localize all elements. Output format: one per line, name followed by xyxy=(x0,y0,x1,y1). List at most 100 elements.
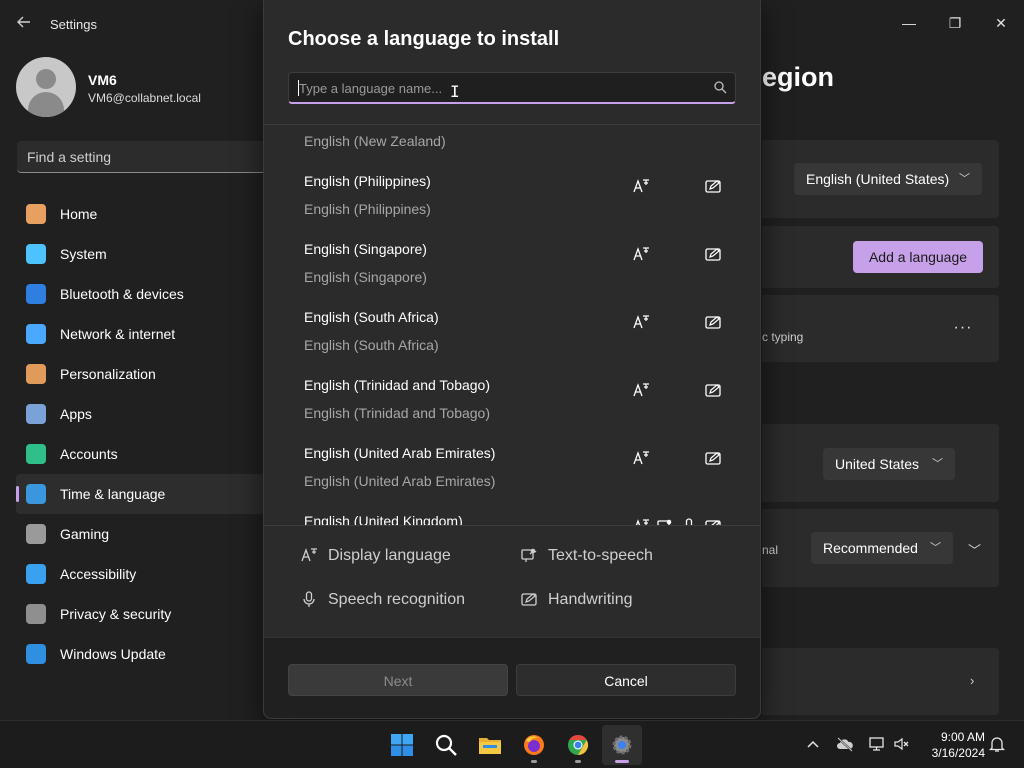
apps-icon xyxy=(26,404,46,424)
handwriting-icon xyxy=(705,316,721,329)
sidebar-item-brush[interactable]: Personalization xyxy=(16,354,266,394)
clock-time: 9:00 AM xyxy=(940,730,985,744)
chevron-right-icon: › xyxy=(970,673,975,688)
system-clock[interactable]: 9:00 AM 3/16/2024 xyxy=(915,729,985,761)
sidebar-item-label: Gaming xyxy=(60,526,110,542)
sidebar-item-gaming[interactable]: Gaming xyxy=(16,514,266,554)
regional-fragment: nal xyxy=(762,543,779,557)
language-name: English (South Africa) xyxy=(304,309,439,325)
sidebar-item-system[interactable]: System xyxy=(16,234,266,274)
page-title: egion xyxy=(762,62,834,92)
app-title: Settings xyxy=(50,17,97,32)
cancel-button[interactable]: Cancel xyxy=(516,664,736,696)
handwriting-icon xyxy=(705,520,721,525)
firefox-button[interactable] xyxy=(514,725,554,765)
show-hidden-icons-button[interactable] xyxy=(804,735,822,753)
chrome-icon xyxy=(568,734,589,756)
sidebar-item-label: Windows Update xyxy=(60,646,166,662)
handwriting-icon xyxy=(704,125,722,127)
next-button[interactable]: Next xyxy=(288,664,508,696)
sidebar-item-shield[interactable]: Privacy & security xyxy=(16,594,266,634)
sidebar-item-accessibility[interactable]: Accessibility xyxy=(16,554,266,594)
search-icon[interactable] xyxy=(713,80,727,94)
sidebar-item-label: Bluetooth & devices xyxy=(60,286,184,302)
language-list-item[interactable]: English (Singapore) English (Singapore) xyxy=(264,233,760,301)
volume-muted-icon xyxy=(894,737,909,751)
handwriting-icon xyxy=(705,452,721,465)
sidebar-item-label: Personalization xyxy=(60,366,156,382)
language-native-name: English (Trinidad and Tobago) xyxy=(304,405,491,421)
brush-icon xyxy=(26,364,46,384)
handwriting-icon xyxy=(705,248,721,261)
sidebar-item-time-language[interactable]: Time & language xyxy=(16,474,266,514)
sidebar-item-bluetooth[interactable]: Bluetooth & devices xyxy=(16,274,266,314)
language-list[interactable]: English (New Zealand)English (New Zealan… xyxy=(264,125,760,525)
taskbar-search-button[interactable] xyxy=(426,725,466,765)
handwriting-icon xyxy=(705,384,721,397)
sidebar-item-update[interactable]: Windows Update xyxy=(16,634,266,674)
cloud-offline-icon xyxy=(837,737,853,752)
typing-fragment: c typing xyxy=(762,330,804,344)
language-list-item[interactable]: English (New Zealand)English (New Zealan… xyxy=(264,125,760,165)
sidebar-item-home[interactable]: Home xyxy=(16,194,266,234)
minimize-button[interactable]: — xyxy=(889,8,929,38)
language-list-item[interactable]: English (South Africa) English (South Afr… xyxy=(264,301,760,369)
bell-icon xyxy=(988,737,1006,752)
update-icon xyxy=(26,644,46,664)
close-button[interactable]: ✕ xyxy=(981,8,1021,38)
display-language-icon xyxy=(635,519,649,525)
maximize-button[interactable]: ❐ xyxy=(935,8,975,38)
sidebar-item-apps[interactable]: Apps xyxy=(16,394,266,434)
find-setting-input[interactable]: Find a setting xyxy=(17,141,277,173)
display-language-icon xyxy=(633,383,649,397)
chrome-button[interactable] xyxy=(558,725,598,765)
country-dropdown[interactable]: United States ﹀ xyxy=(823,448,955,480)
running-indicator xyxy=(531,760,537,763)
display-language-icon xyxy=(633,451,649,465)
text-to-speech-icon xyxy=(521,548,537,562)
language-list-item[interactable]: English (United Kingdom)English (United … xyxy=(264,505,760,525)
language-native-name: English (Singapore) xyxy=(304,269,427,285)
chevron-down-icon: ﹀ xyxy=(932,458,943,470)
back-button[interactable] xyxy=(14,14,34,34)
user-email: VM6@collabnet.local xyxy=(88,91,201,105)
accessibility-icon xyxy=(26,564,46,584)
display-language-icon xyxy=(301,548,317,562)
sidebar-item-accounts[interactable]: Accounts xyxy=(16,434,266,474)
taskbar: 9:00 AM 3/16/2024 xyxy=(0,720,1024,768)
microphone-icon xyxy=(303,591,315,607)
display-language-dropdown[interactable]: English (United States) ﹀ xyxy=(794,163,982,195)
notifications-button[interactable] xyxy=(988,735,1006,753)
chevron-down-icon: ﹀ xyxy=(959,173,970,185)
add-language-button[interactable]: Add a language xyxy=(853,241,983,273)
language-list-item[interactable]: English (United Arab Emirates) English (U… xyxy=(264,437,760,505)
language-list-item[interactable]: English (Philippines) English (Philippine… xyxy=(264,165,760,233)
start-icon xyxy=(391,734,413,756)
start-button[interactable] xyxy=(382,725,422,765)
gaming-icon xyxy=(26,524,46,544)
language-name: English (Philippines) xyxy=(304,173,431,189)
display-language-icon xyxy=(633,247,649,261)
time-language-icon xyxy=(26,484,46,504)
expand-chevron-icon[interactable]: ﹀ xyxy=(968,540,981,559)
language-search-input[interactable] xyxy=(297,77,697,99)
language-native-name: English (Philippines) xyxy=(304,201,431,217)
administrative-settings-card[interactable] xyxy=(762,648,999,715)
accounts-icon xyxy=(26,444,46,464)
search-icon xyxy=(435,734,457,756)
network-tray-button[interactable] xyxy=(868,735,886,753)
avatar xyxy=(16,57,76,117)
sidebar-item-label: Accessibility xyxy=(60,566,137,582)
language-list-item[interactable]: English (Trinidad and Tobago) English (Tr… xyxy=(264,369,760,437)
volume-tray-button[interactable] xyxy=(893,735,911,753)
sidebar-item-wifi[interactable]: Network & internet xyxy=(16,314,266,354)
regional-format-dropdown[interactable]: Recommended ﹀ xyxy=(811,532,953,564)
onedrive-tray-button[interactable] xyxy=(836,735,854,753)
settings-taskbar-button[interactable] xyxy=(602,725,642,765)
choose-language-dialog: Choose a language to install I English (… xyxy=(263,0,761,719)
more-options-button[interactable]: ··· xyxy=(950,318,976,338)
settings-icon xyxy=(612,735,632,755)
language-search-box[interactable] xyxy=(288,72,736,104)
wifi-icon xyxy=(26,324,46,344)
file-explorer-button[interactable] xyxy=(470,725,510,765)
